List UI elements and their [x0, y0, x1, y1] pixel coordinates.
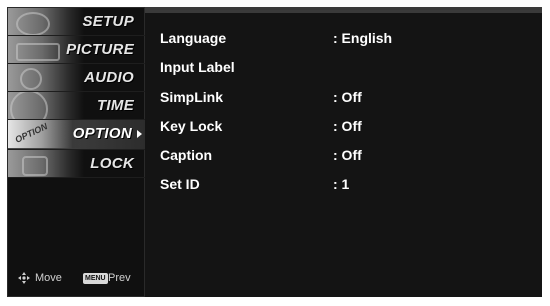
- option-value: : Off: [333, 147, 362, 163]
- time-thumbnail: [8, 92, 84, 119]
- menu-item-audio[interactable]: AUDIO: [8, 64, 146, 92]
- option-name: SimpLink: [160, 89, 224, 105]
- menu-item-label: TIME: [96, 97, 134, 114]
- option-value: : English: [333, 30, 393, 46]
- menu-footer: Move MENU Prev: [8, 270, 146, 288]
- audio-thumbnail: [8, 64, 84, 91]
- menu-item-setup[interactable]: SETUP: [8, 8, 146, 36]
- setup-thumbnail: [8, 8, 84, 35]
- move-hint-label: Move: [35, 272, 62, 284]
- option-value: : Off: [333, 118, 362, 134]
- option-name: Set ID: [160, 176, 200, 192]
- option-value: : Off: [333, 89, 362, 105]
- prev-hint-label: Prev: [108, 272, 131, 284]
- tv-menu-screen: SETUP PICTURE AUDIO TIME OPTION OPTION L…: [0, 0, 550, 306]
- menu-item-label: OPTION: [72, 125, 132, 142]
- option-name: Key Lock: [160, 118, 223, 134]
- satellite-dish-icon: [16, 12, 50, 35]
- menu-item-label: AUDIO: [84, 69, 134, 86]
- speaker-icon: [20, 68, 42, 90]
- option-name: Language: [160, 30, 227, 46]
- menu-item-label: SETUP: [82, 13, 134, 30]
- menu-item-lock[interactable]: LOCK: [8, 150, 146, 178]
- menu-item-label: LOCK: [90, 155, 134, 172]
- option-thumbnail-text: OPTION: [13, 121, 50, 145]
- menu-item-time[interactable]: TIME: [8, 92, 146, 120]
- clock-icon: [10, 92, 48, 119]
- chevron-right-icon: [137, 130, 142, 138]
- option-name: Caption: [160, 147, 213, 163]
- move-arrows-icon: [18, 272, 30, 284]
- menu-key-icon: MENU: [83, 273, 108, 284]
- main-menu-panel: SETUP PICTURE AUDIO TIME OPTION OPTION L…: [7, 7, 146, 297]
- landscape-icon: [16, 43, 60, 61]
- option-settings-panel: Language : English Input Label SimpLink …: [145, 7, 542, 297]
- lock-icon: [22, 156, 48, 176]
- menu-item-picture[interactable]: PICTURE: [8, 36, 146, 64]
- option-name: Input Label: [160, 59, 235, 75]
- option-value: : 1: [333, 176, 350, 192]
- menu-item-label: PICTURE: [66, 41, 134, 58]
- lock-thumbnail: [8, 150, 84, 177]
- menu-item-option[interactable]: OPTION OPTION: [8, 120, 146, 150]
